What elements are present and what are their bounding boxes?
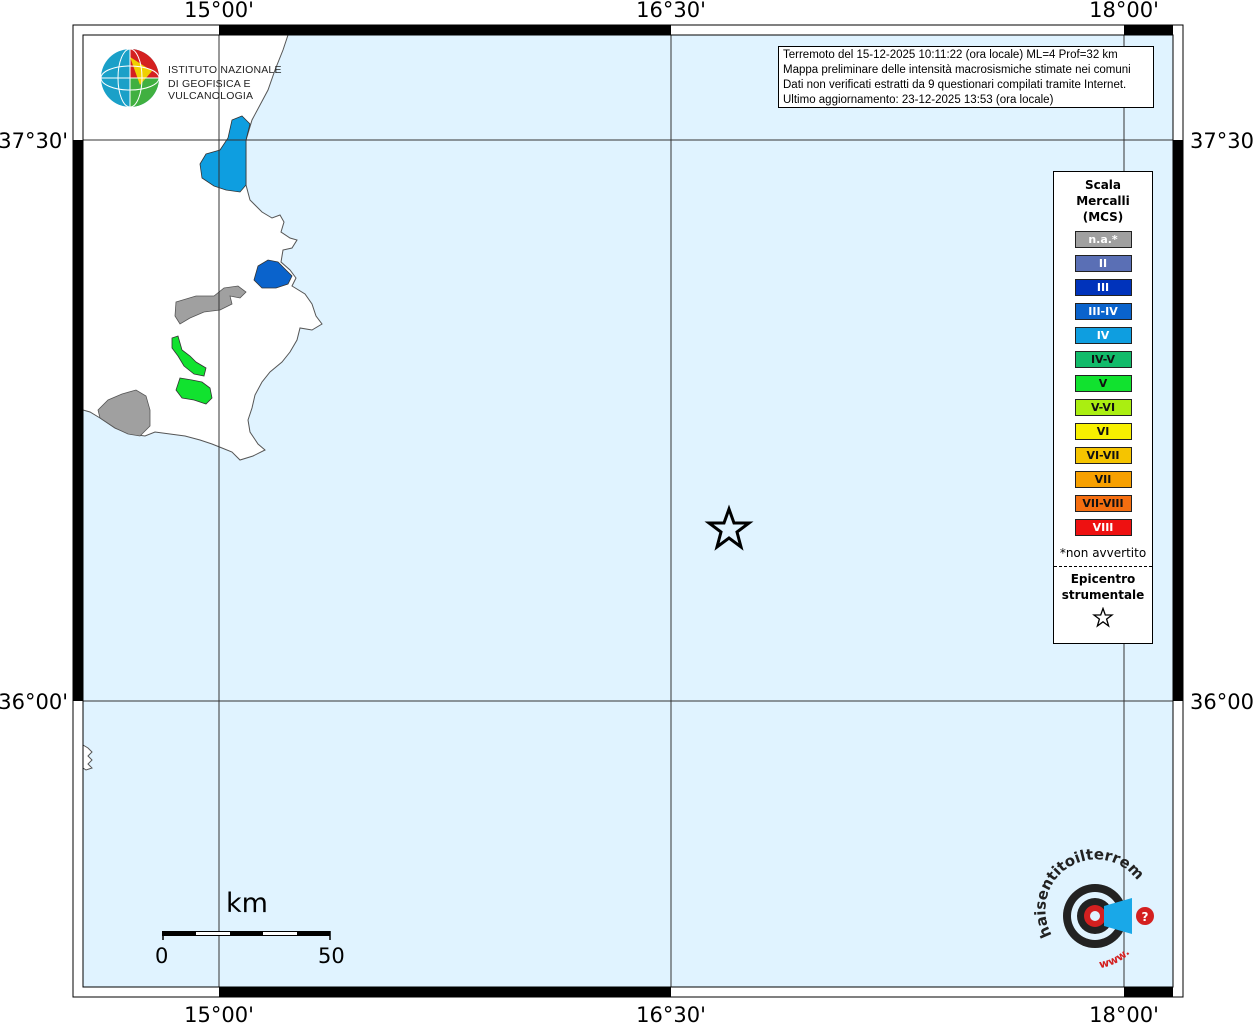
legend-title: Scala Mercalli (MCS) <box>1076 178 1130 224</box>
scale-end: 50 <box>318 944 345 968</box>
legend-item-iii[interactable]: III <box>1074 279 1132 296</box>
lat-label-right-1: 37°30' <box>1190 129 1255 153</box>
scale-start: 0 <box>155 944 169 968</box>
info-line-2: Mappa preliminare delle intensità macros… <box>783 64 1131 76</box>
legend-item-ii[interactable]: II <box>1074 255 1132 272</box>
lon-label-bottom-3: 18°00' <box>1089 1003 1159 1024</box>
lat-label-right-2: 36°00' <box>1190 690 1255 714</box>
lon-label-top-2: 16°30' <box>636 0 706 22</box>
legend-item-v-vi[interactable]: V-VI <box>1074 399 1132 416</box>
legend-item-na[interactable]: n.a.* <box>1074 231 1132 248</box>
lat-label-left-2: 36°00' <box>0 690 68 714</box>
legend-item-vi[interactable]: VI <box>1074 423 1132 440</box>
legend-epicenter-label: Epicentro strumentale <box>1061 572 1145 602</box>
legend-item-iv[interactable]: IV <box>1074 327 1132 344</box>
lat-label-left-1: 37°30' <box>0 129 68 153</box>
legend-item-vi-vii[interactable]: VI-VII <box>1074 447 1132 464</box>
lon-label-bottom-1: 15°00' <box>184 1003 254 1024</box>
lon-label-top-1: 15°00' <box>184 0 254 22</box>
legend-star-icon <box>1054 606 1152 633</box>
legend-item-vii[interactable]: VII <box>1074 471 1132 488</box>
logo-line-2: DI GEOFISICA E VULCANOLOGIA <box>168 78 254 102</box>
legend-items: n.a.* II III III-IV IV IV-V V V-VI VI VI… <box>1054 231 1152 536</box>
lon-label-bottom-2: 16°30' <box>636 1003 706 1024</box>
ingv-logo: ISTITUTO NAZIONALE DI GEOFISICA E VULCAN… <box>100 47 320 109</box>
scale-unit: km <box>226 888 268 919</box>
legend-item-vii-viii[interactable]: VII-VIII <box>1074 495 1132 512</box>
mcs-legend: Scala Mercalli (MCS) n.a.* II III III-IV… <box>1053 171 1153 644</box>
earthquake-info-box: Terremoto del 15-12-2025 10:11:22 (ora l… <box>778 46 1154 108</box>
legend-note: *non avvertito <box>1059 546 1147 560</box>
legend-item-viii[interactable]: VIII <box>1074 519 1132 536</box>
info-line-1: Terremoto del 15-12-2025 10:11:22 (ora l… <box>783 49 1118 61</box>
lon-label-top-3: 18°00' <box>1089 0 1159 22</box>
svg-text:?: ? <box>1142 910 1149 924</box>
legend-item-v[interactable]: V <box>1074 375 1132 392</box>
legend-item-iv-v[interactable]: IV-V <box>1074 351 1132 368</box>
legend-separator <box>1054 566 1152 567</box>
info-line-4: Ultimo aggiornamento: 23-12-2025 13:53 (… <box>783 94 1054 106</box>
info-line-3: Dati non verificati estratti da 9 questi… <box>783 79 1127 91</box>
legend-item-iii-iv[interactable]: III-IV <box>1074 303 1132 320</box>
logo-line-1: ISTITUTO NAZIONALE <box>168 64 282 76</box>
